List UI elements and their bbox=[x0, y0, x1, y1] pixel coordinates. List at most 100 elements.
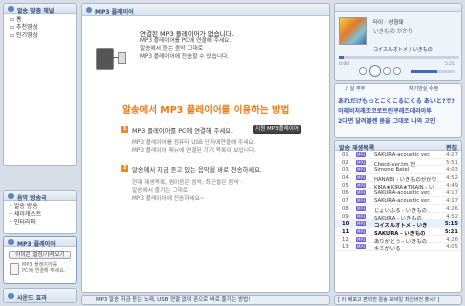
track-number: 13 bbox=[342, 244, 349, 251]
mp3-format-icon: MP3 bbox=[356, 175, 367, 181]
mp3-player-icon bbox=[86, 7, 92, 13]
track-row[interactable]: 13 MP3 キミがいる 4:05 bbox=[335, 243, 461, 252]
channel-item-recommended[interactable]: ▫ 추천영상 bbox=[10, 24, 72, 32]
album-art bbox=[339, 17, 367, 45]
track-number: 12 bbox=[342, 236, 349, 243]
lyrics-line-1: あれだけもっとこくこるにくる あいと?で? bbox=[338, 98, 455, 105]
broadcast-panel-header: 음악 방송국 bbox=[4, 191, 76, 202]
track-number: 01 bbox=[342, 152, 349, 158]
mp3-format-icon: MP3 bbox=[356, 152, 367, 157]
track-row[interactable]: 02 MP3 Chord-ver.tm 전 5:51 bbox=[335, 159, 461, 168]
channel-item-home[interactable]: ▫ 홈 bbox=[10, 16, 72, 24]
mobile-banner[interactable]: [ 이 배포고 편리한 알송 모바일 최신버전 출시! ] bbox=[334, 295, 462, 305]
next-button-icon[interactable] bbox=[393, 67, 401, 75]
track-number: 11 bbox=[342, 228, 350, 235]
track-list: 01 MP3 SAKURA-acoustic ver. 4:17 02 MP3 Chord-… bbox=[335, 151, 461, 252]
usb-device-illustration bbox=[94, 42, 128, 72]
stop-button-icon[interactable] bbox=[383, 67, 391, 75]
channel-icon bbox=[8, 6, 14, 12]
track-row[interactable]: 09 MP3 SAKURA - いきもの 4:52 bbox=[335, 213, 461, 222]
device-icon bbox=[10, 263, 19, 275]
mobile-banner-text: [ 이 배포고 편리한 알송 모바일 최신버전 출시! ] bbox=[338, 297, 440, 303]
channel-panel-title: 알송 맞춤 채널 bbox=[17, 8, 55, 15]
track-row[interactable]: 07 MP3 SAKURA-acoustic ver. 4:17 bbox=[335, 197, 461, 205]
broadcast-item-alsong[interactable]: · 알송 방송 bbox=[10, 203, 72, 211]
mp3-format-icon: MP3 bbox=[356, 190, 367, 196]
progress-bar[interactable] bbox=[339, 56, 459, 59]
track-row[interactable]: 08 MP3 じょいふる - いきもの 4:26 bbox=[335, 205, 461, 214]
main-panel: MP3 플레이어 연결된 MP3 플레이어가 없습니다. MP3 플레이어를 P… bbox=[81, 3, 330, 293]
broadcast-panel-title: 음악 방송국 bbox=[17, 195, 47, 202]
time-total: 5:21 bbox=[445, 62, 456, 67]
player-panel: 타이 · 성형돼 いきもの がかり コイスルオトメ / いきもの 0:00 5:… bbox=[334, 3, 462, 81]
track-row[interactable]: 06 MP3 SAKURA-acoustic ver. 4:17 bbox=[335, 189, 461, 198]
track-duration: 4:17 bbox=[446, 190, 458, 197]
mp3-format-icon: MP3 bbox=[356, 198, 367, 204]
notice-line-1: MP3 플레이어를 PC에 연결해 주세요. bbox=[140, 38, 232, 44]
track-number: 04 bbox=[342, 175, 349, 182]
track-name: SAKURA-acoustic ver. bbox=[374, 152, 431, 158]
track-duration: 5:15 bbox=[444, 221, 458, 228]
broadcast-item-interaper[interactable]: · 인터라퍼 bbox=[10, 219, 72, 227]
step2-text: 알송에서 지금 듣고 있는 음악을 바로 전송하세요. bbox=[132, 167, 262, 174]
play-pause-button-icon[interactable] bbox=[369, 65, 381, 77]
guide-title: 알송에서 MP3 플레이어를 이용하는 방법 bbox=[122, 105, 290, 116]
track-number: 03 bbox=[342, 167, 349, 174]
track-row[interactable]: 03 MP3 Simone Batel 4:03 bbox=[335, 166, 461, 175]
sound-effect-panel[interactable]: 사운드 효과 bbox=[3, 288, 77, 303]
main-panel-header: MP3 플레이어 bbox=[82, 4, 329, 16]
track-name: SAKURA-acoustic ver. bbox=[374, 190, 431, 197]
track-row[interactable]: 01 MP3 SAKURA-acoustic ver. 4:17 bbox=[335, 151, 461, 159]
broadcast-panel: 음악 방송국 · 알송 방송 · 세이캐스트 · 인터라퍼 bbox=[3, 190, 77, 234]
track-number: 09 bbox=[342, 213, 349, 220]
track-duration: 4:17 bbox=[446, 152, 458, 158]
track-name: Simone Batel bbox=[374, 167, 410, 174]
track-row[interactable]: 12 MP3 ありがとう - いきもの 4:26 bbox=[335, 236, 461, 245]
device-hint-line-2: PC에 연결해 주세요. bbox=[22, 268, 66, 274]
broadcast-item-saycast[interactable]: · 세이캐스트 bbox=[10, 211, 72, 219]
sound-effect-title: 사운드 효과 bbox=[17, 295, 47, 302]
channel-panel: 알송 맞춤 채널 ▫ 홈 ▫ 추천영상 ▫ 인기영상 bbox=[3, 3, 77, 166]
mp3-format-icon: MP3 bbox=[356, 159, 367, 165]
mp3-format-icon: MP3 bbox=[356, 228, 367, 234]
step2-desc-1: 현재 재생목록, 찜이음은 음악, 최근들은 음악 · bbox=[132, 180, 243, 186]
playlist-panel: 알송 재생목록 편집 01 MP3 SAKURA-acoustic ver. 4:17… bbox=[334, 140, 462, 293]
track-row[interactable]: 05 MP3 KIRA★KIRA★TRAIN - い 4:49 bbox=[335, 182, 461, 191]
volume-slider[interactable] bbox=[411, 70, 455, 73]
supported-mp3-button[interactable]: 지원 MP3플레이어 bbox=[253, 125, 301, 134]
track-duration: 4:05 bbox=[446, 244, 458, 251]
lyrics-tab-1[interactable]: ♪ 실 주부 bbox=[345, 85, 365, 92]
time-elapsed: 0:00 bbox=[339, 62, 350, 67]
lyrics-line-2: 이래비처래조코로트린쿠래즈데라아투 bbox=[338, 108, 432, 115]
lyrics-tab-2[interactable]: 자기만실 수정 bbox=[409, 85, 438, 92]
now-playing-line: コイスルオトメ / いきもの bbox=[373, 47, 433, 53]
step2-badge: 2 bbox=[121, 165, 128, 172]
prev-button-icon[interactable] bbox=[359, 67, 367, 75]
notice-line-3: MP3 플레이어에 전송할 수 있습니다. bbox=[140, 54, 230, 60]
track-number: 10 bbox=[342, 221, 350, 228]
track-number: 06 bbox=[342, 190, 349, 197]
mp3-format-icon: MP3 bbox=[356, 182, 367, 188]
track-duration: 4:17 bbox=[446, 198, 458, 205]
mp3-format-icon: MP3 bbox=[356, 221, 367, 227]
track-row[interactable]: 04 MP3 HANABI - いきものがかり 4:52 bbox=[335, 174, 461, 183]
lyrics-panel: ♪ 실 주부 자기만실 수정 あれだけもっとこくこるにくる あいと?で? 이래비… bbox=[334, 83, 462, 138]
status-bar[interactable]: MP3 알송 지금 듣는 노래, USB 연결 없이 폰으로 바로 즐기는 방법… bbox=[81, 295, 330, 305]
mp3-format-icon: MP3 bbox=[356, 213, 367, 219]
channel-item-popular[interactable]: ▫ 인기영상 bbox=[10, 32, 72, 40]
track-number: 02 bbox=[342, 159, 349, 166]
main-panel-title: MP3 플레이어 bbox=[95, 9, 134, 16]
icon-settings-button[interactable]: 아이콘 설정/가져오기 bbox=[9, 251, 71, 259]
mp3-panel-header: MP3 플레이어 bbox=[4, 237, 76, 248]
lyrics-line-3: 2다면 달려볼렌 몸을 그대로 나와 고민 bbox=[338, 118, 436, 125]
mp3-format-icon: MP3 bbox=[356, 167, 367, 173]
step1-text: MP3 플레이어를 PC에 연결해 주세요. bbox=[132, 128, 233, 135]
step1-desc-1: MP3 플레이어를 컴퓨터 USB 단자에연결해 주세요. bbox=[132, 140, 256, 146]
track-name: SAKURA-acoustic ver. bbox=[374, 198, 431, 205]
track-row[interactable]: 10 MP3 コイスルオトメ - いき 5:15 bbox=[335, 220, 461, 229]
channel-panel-header: 알송 맞춤 채널 bbox=[4, 4, 76, 15]
track-duration: 4:03 bbox=[446, 167, 458, 174]
track-row[interactable]: 11 MP3 SAKURA - いきもの 5:21 bbox=[335, 228, 461, 237]
step2-desc-3: MP3 플레이어에 전송하세요~ bbox=[132, 196, 205, 202]
step1-badge: 1 bbox=[121, 126, 128, 133]
